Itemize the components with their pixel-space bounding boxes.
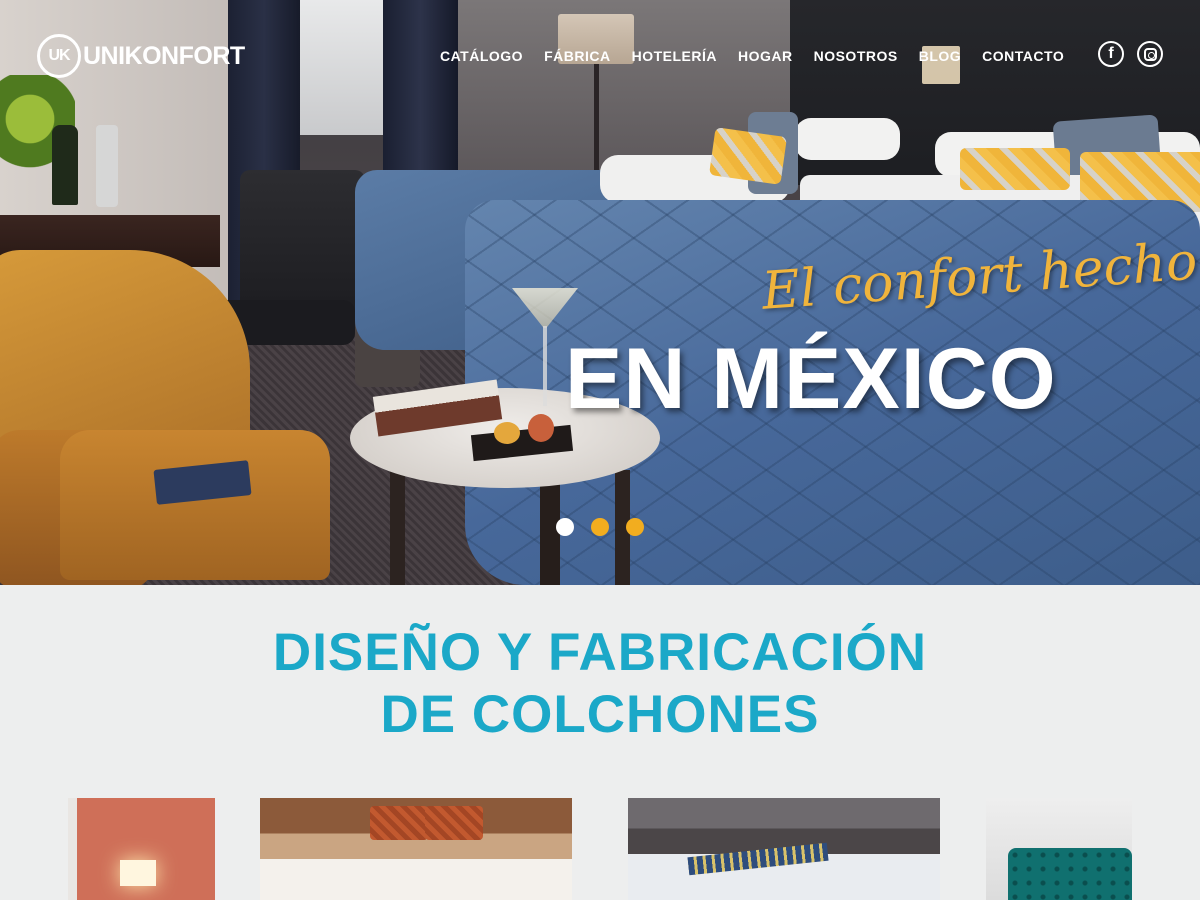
hero-headline: EN MÉXICO — [565, 331, 1057, 427]
nav-item-blog[interactable]: BLOG — [919, 48, 961, 64]
logo-text: UNIKONFORT — [83, 41, 245, 70]
nav-item-contacto[interactable]: CONTACTO — [982, 48, 1064, 64]
slider-dot-1[interactable] — [556, 518, 574, 536]
gallery-thumb-1[interactable] — [68, 798, 215, 900]
nav-item-catalogo[interactable]: CATÁLOGO — [440, 48, 523, 64]
section-title-line1: DISEÑO Y FABRICACIÓN — [272, 623, 928, 682]
logo-mark: UK — [37, 34, 81, 78]
instagram-glyph — [1143, 47, 1157, 61]
pillow-image — [370, 806, 428, 840]
nav-item-fabrica[interactable]: FÁBRICA — [544, 48, 611, 64]
instagram-icon[interactable] — [1137, 41, 1163, 67]
gallery-thumb-4[interactable] — [986, 798, 1132, 900]
nav-item-hogar[interactable]: HOGAR — [738, 48, 793, 64]
slider-dot-2[interactable] — [591, 518, 609, 536]
slider-dot-3[interactable] — [626, 518, 644, 536]
facebook-glyph: f — [1108, 45, 1114, 62]
hero-slider: UK UNIKONFORT CATÁLOGO FÁBRICA HOTELERÍA… — [0, 0, 1200, 585]
pillow-image — [425, 806, 483, 840]
nav-item-nosotros[interactable]: NOSOTROS — [814, 48, 898, 64]
main-nav: CATÁLOGO FÁBRICA HOTELERÍA HOGAR NOSOTRO… — [440, 44, 1085, 68]
section-title-line2: DE COLCHONES — [380, 685, 820, 744]
section-title: DISEÑO Y FABRICACIÓN DE COLCHONES — [0, 622, 1200, 746]
gallery-thumb-2[interactable] — [260, 798, 572, 900]
headboard-image — [1008, 848, 1132, 900]
lamp-image — [120, 860, 156, 886]
logo[interactable]: UK UNIKONFORT — [37, 34, 245, 78]
gallery-thumb-3[interactable] — [628, 798, 940, 900]
facebook-icon[interactable]: f — [1098, 41, 1124, 67]
nav-item-hoteleria[interactable]: HOTELERÍA — [632, 48, 717, 64]
slider-dots — [556, 518, 661, 536]
bed-runner-image — [687, 842, 829, 876]
